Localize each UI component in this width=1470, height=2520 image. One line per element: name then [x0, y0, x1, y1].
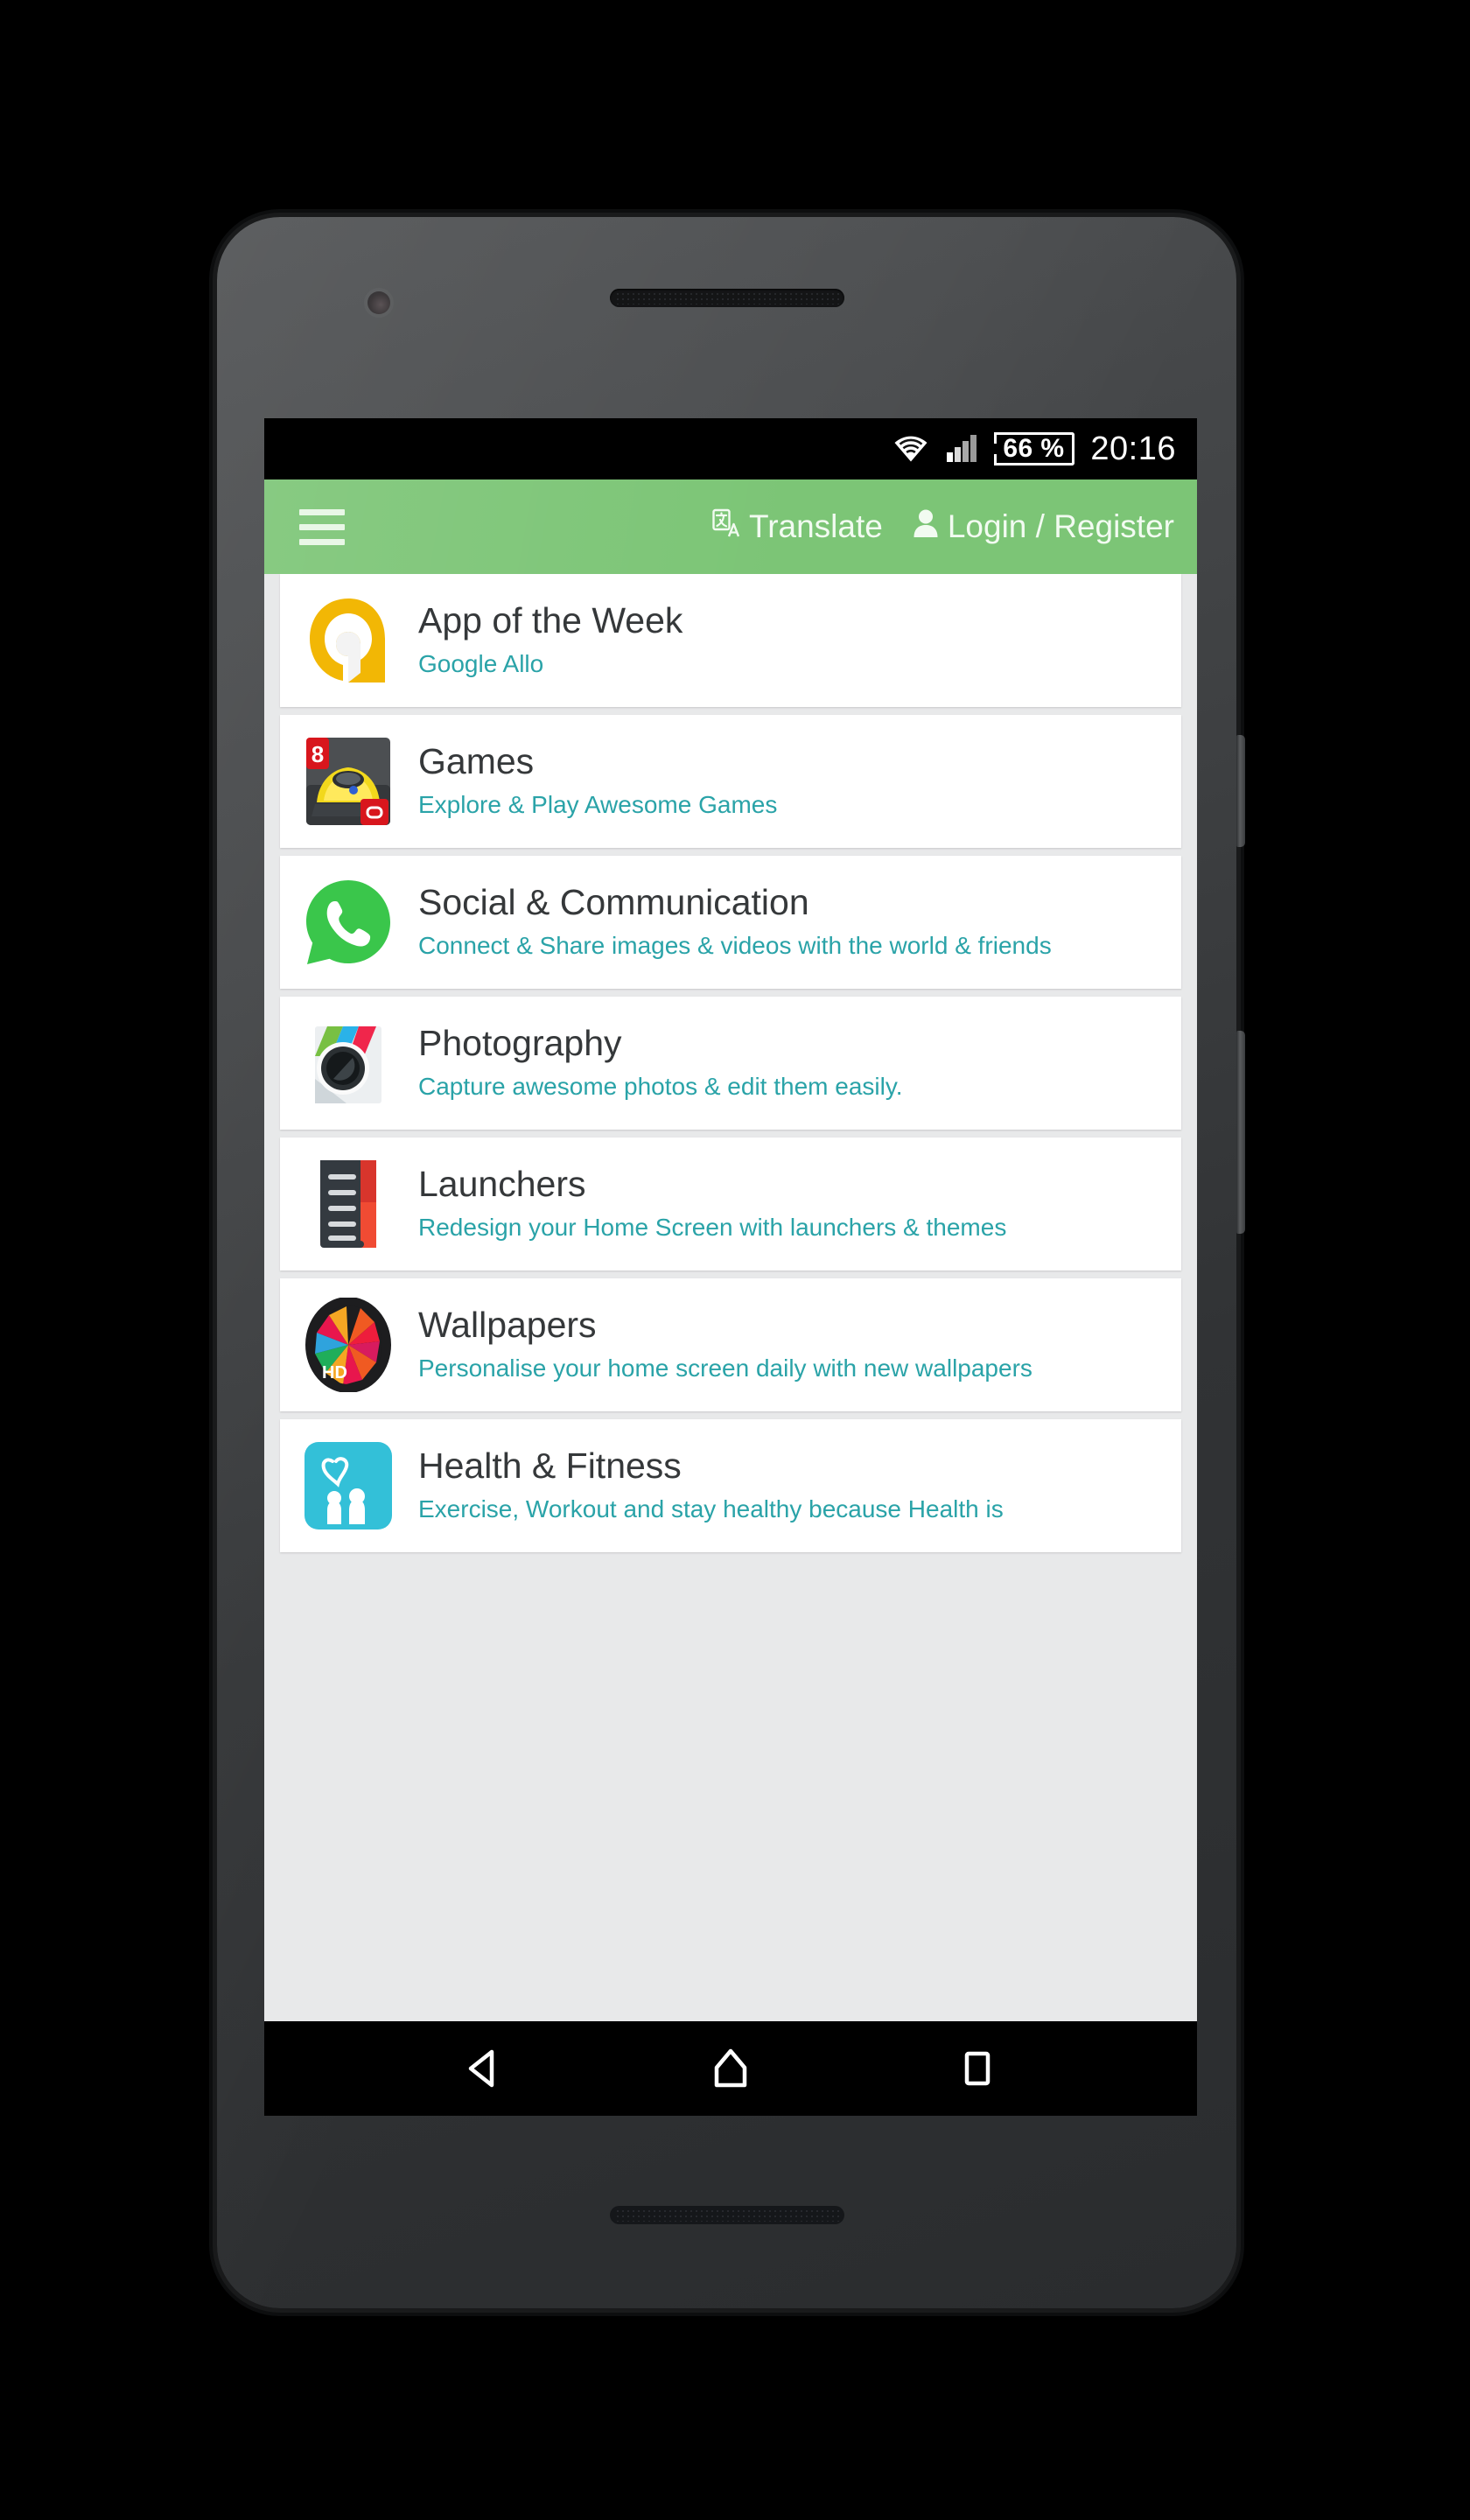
list-item[interactable]: App of the Week Google Allo	[280, 574, 1181, 707]
list-item-title: Wallpapers	[418, 1305, 597, 1346]
hamburger-menu-icon[interactable]	[299, 508, 345, 545]
phone-screen: 66 % 20:16 Translate Login / Register Ap…	[264, 418, 1197, 2116]
camera-photo-editor-icon	[301, 1016, 396, 1110]
list-item[interactable]: Launchers Redesign your Home Screen with…	[280, 1138, 1181, 1270]
earpiece-speaker	[609, 289, 844, 307]
cellular-signal-icon	[946, 432, 981, 466]
google-allo-icon	[301, 593, 396, 688]
list-item[interactable]: Health & Fitness Exercise, Workout and s…	[280, 1419, 1181, 1552]
whatsapp-icon	[301, 875, 396, 970]
list-item-title: Health & Fitness	[418, 1446, 682, 1487]
list-item-text: Launchers Redesign your Home Screen with…	[418, 1164, 1007, 1243]
translate-button[interactable]: Translate	[712, 508, 883, 546]
phone-device: 66 % 20:16 Translate Login / Register Ap…	[217, 217, 1245, 2308]
list-item-title: Games	[418, 741, 535, 782]
login-register-label: Login / Register	[947, 508, 1174, 544]
list-item-text: Photography Capture awesome photos & edi…	[418, 1023, 903, 1102]
list-item-text: App of the Week Google Allo	[418, 600, 683, 680]
android-navigation-bar	[264, 2021, 1197, 2116]
list-item[interactable]: HD Wallpapers Personalise your home scre…	[280, 1278, 1181, 1411]
volume-button[interactable]	[1236, 1031, 1245, 1234]
list-item-title: Launchers	[418, 1164, 586, 1205]
svg-text:HD: HD	[322, 1363, 347, 1382]
translate-icon	[712, 508, 740, 546]
list-item-subtitle: Personalise your home screen daily with …	[418, 1354, 1032, 1382]
app-bar-actions: Translate Login / Register	[712, 508, 1174, 546]
list-item[interactable]: Social & Communication Connect & Share i…	[280, 856, 1181, 989]
list-item-subtitle: Google Allo	[418, 650, 544, 678]
list-item-text: Social & Communication Connect & Share i…	[418, 882, 1052, 962]
bottom-speaker-grille	[609, 2206, 844, 2224]
list-item-title: App of the Week	[418, 600, 683, 641]
battery-icon: 66 %	[994, 432, 1075, 466]
list-item-subtitle: Capture awesome photos & edit them easil…	[418, 1073, 903, 1101]
front-camera-icon	[368, 291, 390, 314]
list-item-subtitle: Explore & Play Awesome Games	[418, 791, 778, 819]
list-item-title: Social & Communication	[418, 882, 809, 923]
status-bar-clock: 20:16	[1090, 430, 1176, 467]
health-fitness-icon	[301, 1438, 396, 1533]
battery-percent-label: 66 %	[1003, 434, 1065, 463]
recents-square-icon[interactable]	[954, 2045, 1001, 2092]
list-item-text: Games Explore & Play Awesome Games	[418, 741, 778, 821]
list-item-subtitle: Exercise, Workout and stay healthy becau…	[418, 1495, 1004, 1523]
app-bar: Translate Login / Register	[264, 480, 1197, 574]
home-pentagon-icon[interactable]	[707, 2045, 754, 2092]
asphalt8-racing-game-icon: 8	[301, 734, 396, 829]
svg-text:8: 8	[312, 741, 324, 767]
list-item[interactable]: 8 Games Explore & Play Awesome Games	[280, 715, 1181, 848]
translate-label: Translate	[748, 508, 883, 544]
wallpapers-hd-icon: HD	[301, 1297, 396, 1393]
list-item-subtitle: Redesign your Home Screen with launchers…	[418, 1214, 1007, 1242]
list-item-text: Health & Fitness Exercise, Workout and s…	[418, 1446, 1004, 1525]
person-icon	[913, 508, 939, 546]
list-item-text: Wallpapers Personalise your home screen …	[418, 1305, 1032, 1384]
category-list[interactable]: App of the Week Google Allo 8 Games Expl…	[264, 574, 1197, 2021]
status-bar: 66 % 20:16	[264, 418, 1197, 480]
list-item-title: Photography	[418, 1023, 622, 1064]
wifi-icon	[892, 432, 930, 466]
list-item[interactable]: Photography Capture awesome photos & edi…	[280, 997, 1181, 1130]
login-register-button[interactable]: Login / Register	[913, 508, 1174, 546]
launcher-app-icon	[301, 1157, 396, 1251]
list-item-subtitle: Connect & Share images & videos with the…	[418, 932, 1052, 960]
power-button[interactable]	[1236, 735, 1245, 847]
back-triangle-icon[interactable]	[460, 2045, 508, 2092]
